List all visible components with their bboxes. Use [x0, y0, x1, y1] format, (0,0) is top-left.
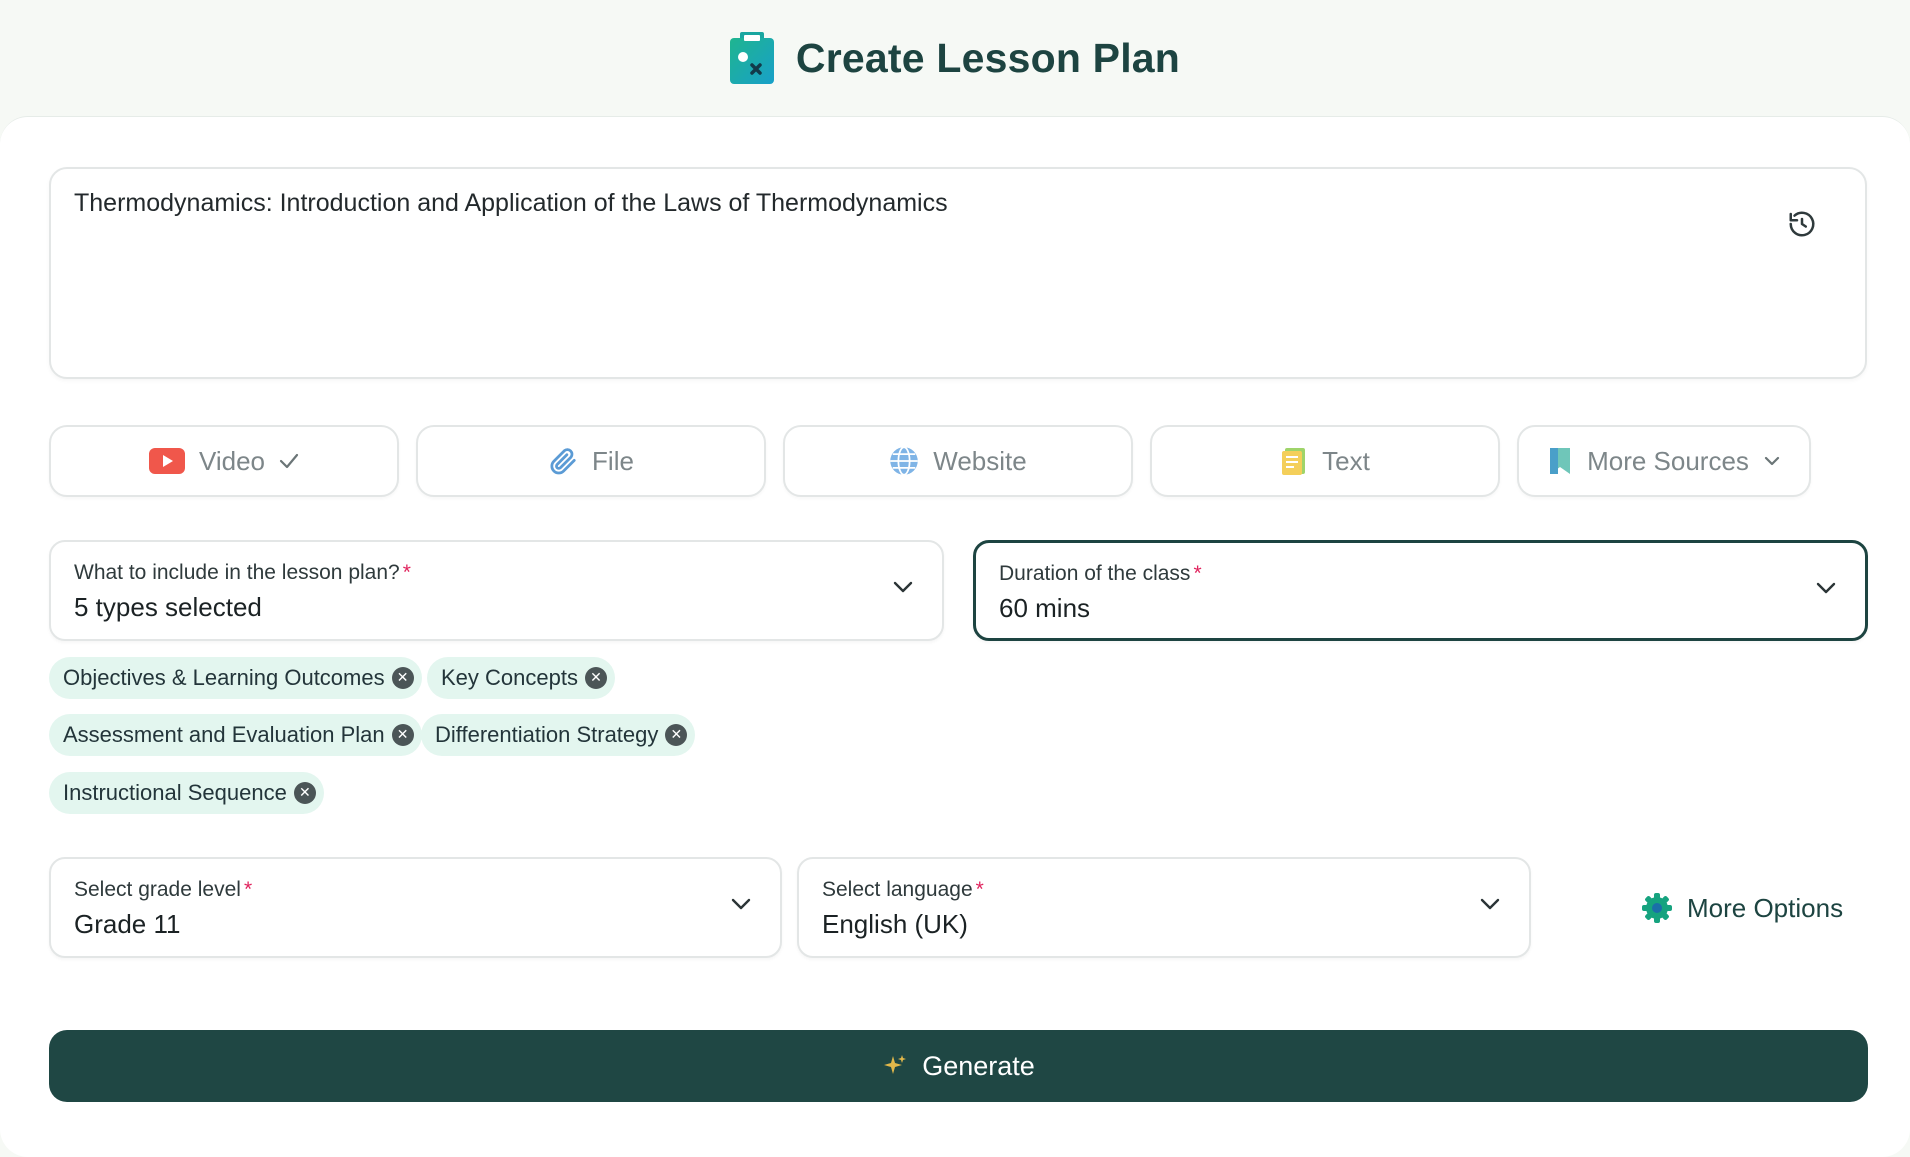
chip-remove-icon[interactable]: ✕ — [391, 667, 414, 689]
chevron-down-icon — [1816, 582, 1836, 594]
include-select[interactable]: What to include in the lesson plan? * 5 t… — [49, 540, 944, 641]
chevron-down-icon — [1764, 456, 1780, 466]
chip-label: Assessment and Evaluation Plan — [63, 722, 385, 747]
chip-label: Objectives & Learning Outcomes — [63, 665, 385, 690]
chip-key-concepts: Key Concepts ✕ — [427, 657, 615, 699]
globe-icon — [890, 446, 919, 476]
video-source-label: Video — [198, 445, 266, 476]
bookmark-icon — [1550, 448, 1571, 474]
grade-label: Select grade level * — [74, 878, 253, 901]
lesson-plan-clipboard-icon — [729, 32, 774, 84]
chip-assessment: Assessment and Evaluation Plan ✕ — [49, 714, 422, 756]
sparkle-icon — [884, 1055, 907, 1074]
history-icon[interactable] — [1787, 209, 1817, 239]
chip-remove-icon[interactable]: ✕ — [293, 782, 316, 804]
chevron-down-icon — [731, 898, 751, 910]
chevron-down-icon — [893, 581, 913, 593]
check-icon — [279, 453, 299, 469]
chip-objectives: Objectives & Learning Outcomes ✕ — [49, 657, 422, 699]
chip-instructional-sequence: Instructional Sequence ✕ — [49, 772, 324, 814]
chip-label: Differentiation Strategy — [435, 722, 659, 747]
website-source-button[interactable]: Website — [783, 425, 1133, 497]
text-document-icon — [1282, 448, 1306, 475]
more-options-label: More Options — [1687, 892, 1844, 923]
chip-remove-icon[interactable]: ✕ — [391, 724, 414, 746]
chevron-down-icon — [1480, 898, 1500, 910]
text-source-label: Text — [1322, 445, 1370, 476]
generate-button[interactable]: Generate — [49, 1030, 1868, 1102]
chip-differentiation: Differentiation Strategy ✕ — [421, 714, 696, 756]
language-select[interactable]: Select language * English (UK) — [797, 857, 1531, 958]
page-title: Create Lesson Plan — [795, 34, 1181, 81]
video-source-button[interactable]: Video — [49, 425, 399, 497]
chip-remove-icon[interactable]: ✕ — [665, 724, 688, 746]
duration-select[interactable]: Duration of the class * 60 mins — [973, 540, 1868, 641]
grade-select[interactable]: Select grade level * Grade 11 — [49, 857, 782, 958]
file-source-label: File — [592, 445, 634, 476]
language-label: Select language * — [822, 878, 984, 901]
website-source-label: Website — [933, 445, 1027, 476]
text-source-button[interactable]: Text — [1150, 425, 1500, 497]
paperclip-icon — [550, 448, 576, 475]
youtube-icon — [148, 448, 185, 474]
generate-label: Generate — [922, 1050, 1035, 1081]
language-value: English (UK) — [822, 909, 968, 939]
chip-label: Key Concepts — [441, 665, 578, 690]
chip-label: Instructional Sequence — [63, 780, 287, 805]
gear-icon — [1642, 893, 1672, 923]
duration-value: 60 mins — [999, 593, 1091, 623]
page-header: Create Lesson Plan — [0, 0, 1910, 116]
more-sources-button[interactable]: More Sources — [1517, 425, 1811, 497]
chip-remove-icon[interactable]: ✕ — [584, 667, 607, 689]
grade-value: Grade 11 — [74, 909, 181, 939]
file-source-button[interactable]: File — [416, 425, 766, 497]
duration-label: Duration of the class * — [999, 562, 1202, 585]
topic-text: Thermodynamics: Introduction and Applica… — [74, 189, 948, 217]
more-options-button[interactable]: More Options — [1641, 888, 1843, 928]
more-sources-label: More Sources — [1587, 445, 1749, 476]
include-label: What to include in the lesson plan? * — [74, 561, 411, 584]
topic-textarea[interactable]: Thermodynamics: Introduction and Applica… — [49, 167, 1867, 379]
include-value: 5 types selected — [74, 592, 262, 622]
